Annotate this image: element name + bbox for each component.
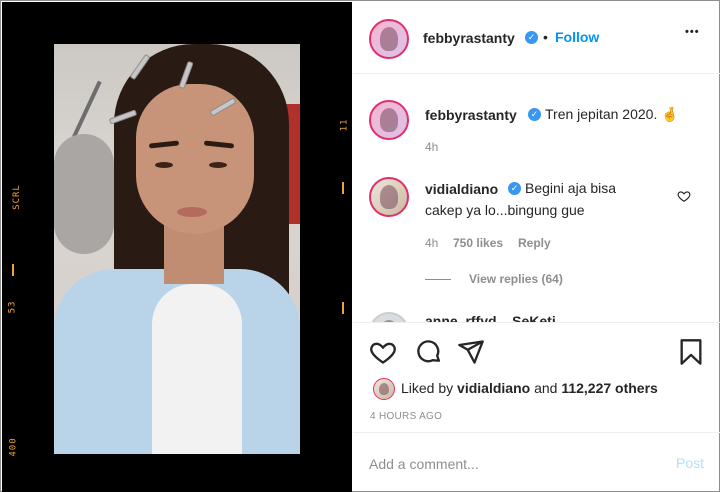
commenter-verified-icon: ✓ bbox=[508, 182, 521, 195]
film-label-53: 53 bbox=[7, 300, 18, 314]
comment-composer: Post bbox=[353, 432, 720, 492]
add-comment-input[interactable] bbox=[369, 453, 659, 475]
next-comment-partial: anne_rffyd... SeKeti... bbox=[425, 313, 568, 322]
caption-username[interactable]: febbyrastanty bbox=[425, 107, 517, 123]
film-mark-right-1 bbox=[342, 182, 344, 194]
more-options-icon[interactable]: ••• bbox=[685, 26, 700, 38]
caption-verified-icon: ✓ bbox=[528, 108, 541, 121]
film-mark-left bbox=[12, 264, 14, 276]
caption-text: Tren jepitan 2020. 🤞 bbox=[545, 106, 679, 122]
replies-divider bbox=[425, 279, 451, 280]
save-bookmark-icon[interactable] bbox=[677, 338, 705, 366]
post-timestamp[interactable]: 4 HOURS AGO bbox=[370, 411, 442, 422]
author-avatar[interactable] bbox=[369, 19, 409, 59]
next-commenter-avatar[interactable] bbox=[369, 312, 409, 322]
likes-summary[interactable]: Liked by vidialdiano and 112,227 others bbox=[401, 380, 658, 396]
background-person bbox=[54, 134, 114, 254]
post-details-panel: febbyrastanty ✓ • Follow ••• febbyrastan… bbox=[353, 2, 720, 492]
post-media[interactable]: SCRL 53 400 11 bbox=[2, 2, 352, 492]
film-label-400: 400 bbox=[8, 437, 19, 457]
white-top bbox=[152, 284, 242, 454]
comment-likes[interactable]: 750 likes bbox=[453, 236, 503, 250]
comment-time[interactable]: 4h bbox=[425, 236, 438, 250]
header-separator: • bbox=[543, 29, 548, 45]
post-photo bbox=[54, 44, 300, 454]
comment-text-line1: Begini aja bisa bbox=[525, 180, 617, 196]
likes-prefix: Liked by bbox=[401, 380, 454, 396]
post-header: febbyrastanty ✓ • Follow ••• bbox=[353, 2, 720, 74]
film-label-scrl: SCRL bbox=[11, 184, 22, 210]
commenter-username[interactable]: vidialdiano bbox=[425, 181, 498, 197]
left-eye bbox=[155, 162, 173, 168]
author-username[interactable]: febbyrastanty bbox=[423, 30, 515, 46]
comment-like-heart-icon[interactable] bbox=[677, 189, 691, 203]
follow-button[interactable]: Follow bbox=[555, 29, 599, 45]
right-eye bbox=[209, 162, 227, 168]
lips bbox=[177, 207, 207, 217]
likes-user[interactable]: vidialdiano bbox=[457, 380, 530, 396]
film-label-11: 11 bbox=[339, 118, 350, 132]
likes-middle: and bbox=[534, 380, 558, 396]
instagram-post-window: SCRL 53 400 11 febbyrastanty ✓ • Follow … bbox=[0, 0, 720, 492]
caption-time[interactable]: 4h bbox=[425, 140, 438, 154]
comment-reply-button[interactable]: Reply bbox=[518, 236, 551, 250]
caption-avatar[interactable] bbox=[369, 100, 409, 140]
verified-badge-icon: ✓ bbox=[525, 31, 538, 44]
commenter-avatar[interactable] bbox=[369, 177, 409, 217]
liker-avatar[interactable] bbox=[373, 378, 395, 400]
post-comment-button[interactable]: Post bbox=[676, 455, 704, 471]
comment-text-line2: cakep ya lo...bingung gue bbox=[425, 202, 585, 218]
likes-others[interactable]: 112,227 others bbox=[561, 380, 658, 396]
comment-bubble-icon[interactable] bbox=[415, 338, 443, 366]
comments-list[interactable]: febbyrastanty ✓ Tren jepitan 2020. 🤞 4h … bbox=[353, 75, 720, 322]
view-replies-button[interactable]: View replies (64) bbox=[469, 272, 563, 286]
post-actions: Liked by vidialdiano and 112,227 others … bbox=[353, 322, 720, 432]
like-heart-icon[interactable] bbox=[369, 338, 397, 366]
film-mark-right-2 bbox=[342, 302, 344, 314]
share-send-icon[interactable] bbox=[457, 338, 485, 366]
